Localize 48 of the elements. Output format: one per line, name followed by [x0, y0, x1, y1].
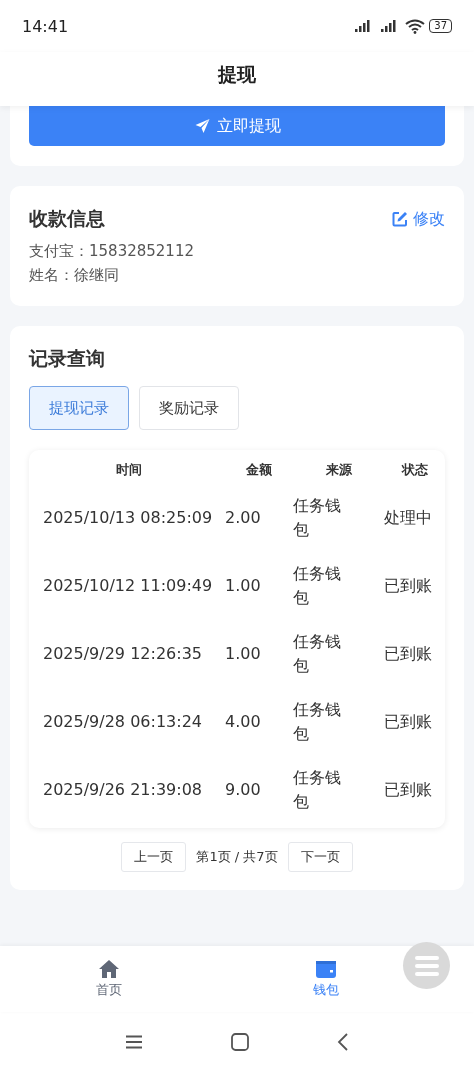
- next-page-button[interactable]: 下一页: [287, 842, 353, 872]
- table-cell-text: 处理中: [384, 507, 433, 529]
- table-cell-text: 任务钱包: [293, 767, 342, 813]
- page-info: 第1页 / 共7页: [196, 848, 278, 866]
- table-cell-text: 1.00: [225, 575, 262, 597]
- menu-icon[interactable]: [125, 1035, 143, 1049]
- table-cell-text: 已到账: [384, 779, 433, 801]
- table-cell-text: 任务钱包: [293, 495, 342, 541]
- back-icon[interactable]: [337, 1033, 349, 1051]
- table-cell-text: 任务钱包: [293, 631, 342, 677]
- edit-icon: [392, 211, 408, 227]
- table-cell-text: 已到账: [384, 575, 433, 597]
- withdraw-button[interactable]: 立即提现: [29, 106, 445, 146]
- info-text: 支付宝：15832852112: [29, 241, 195, 262]
- page-title: 提现: [218, 62, 256, 87]
- table-cell-text: 2025/9/28 06:13:24: [43, 711, 203, 733]
- column-header: 来源: [324, 461, 353, 479]
- status-time: 14:41: [22, 16, 69, 36]
- menu-icon: [414, 954, 439, 977]
- table-cell-text: 已到账: [384, 643, 433, 665]
- home-button-icon[interactable]: [231, 1033, 249, 1051]
- column-header: 时间: [115, 461, 143, 479]
- wifi-icon: [405, 18, 426, 34]
- tab[interactable]: 提现记录: [29, 386, 129, 430]
- wallet-icon: [314, 959, 337, 979]
- column-header: 金额: [245, 461, 273, 479]
- table-cell-text: 2025/9/26 21:39:08: [43, 779, 203, 801]
- table-cell-text: 2025/10/13 08:25:09: [43, 507, 214, 529]
- tab[interactable]: 奖励记录: [139, 386, 239, 430]
- card-title: 记录查询: [29, 346, 106, 371]
- table-cell-text: 2.00: [225, 507, 262, 529]
- edit-link[interactable]: 修改: [392, 208, 445, 230]
- home-icon: [97, 959, 120, 979]
- nav-tab[interactable]: 钱包: [306, 958, 345, 1000]
- table-cell-text: 任务钱包: [293, 563, 342, 609]
- table-cell-text: 4.00: [225, 711, 262, 733]
- info-text: 姓名：徐继同: [29, 265, 120, 286]
- table-cell-text: 9.00: [225, 779, 262, 801]
- table-cell-text: 已到账: [384, 711, 433, 733]
- table-cell-text: 任务钱包: [293, 699, 342, 745]
- card-title: 收款信息: [29, 206, 105, 231]
- table-cell-text: 2025/10/12 11:09:49: [43, 575, 214, 597]
- nav-tab[interactable]: 首页: [89, 958, 128, 1000]
- table-cell-text: 2025/9/29 12:26:35: [43, 643, 203, 665]
- prev-page-button[interactable]: 上一页: [121, 842, 187, 872]
- column-header: 状态: [400, 461, 429, 479]
- table-cell-text: 1.00: [225, 643, 262, 665]
- battery-icon: 37: [429, 19, 452, 33]
